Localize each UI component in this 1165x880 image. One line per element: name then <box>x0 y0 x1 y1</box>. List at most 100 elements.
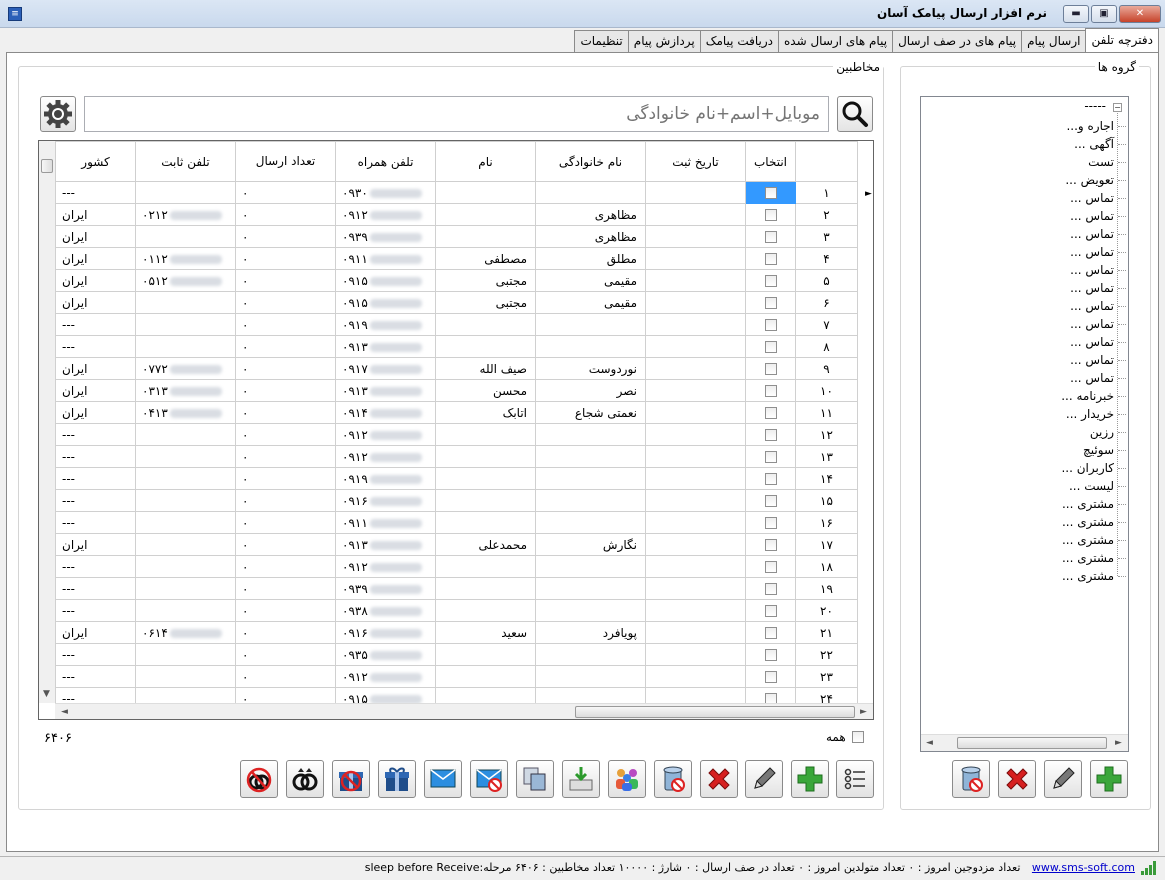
mobile-cell[interactable]: ۰۹۱۵ <box>335 291 436 314</box>
row-checkbox[interactable] <box>764 495 777 507</box>
country-cell[interactable]: --- <box>55 577 136 600</box>
last-name-cell[interactable]: مظاهری <box>535 225 646 248</box>
reg-date-cell[interactable] <box>645 511 746 534</box>
row-number[interactable]: ۱۳ <box>795 445 858 468</box>
row-number[interactable]: ۱۸ <box>795 555 858 578</box>
reg-date-cell[interactable] <box>645 357 746 380</box>
row-number[interactable]: ۱۰ <box>795 379 858 402</box>
mobile-cell[interactable]: ۰۹۱۳ <box>335 335 436 358</box>
last-name-cell[interactable] <box>535 445 646 468</box>
country-cell[interactable]: ایران <box>55 357 136 380</box>
send-count-cell[interactable]: ۰ <box>235 203 336 226</box>
group-item[interactable]: لیست ... <box>1069 477 1114 495</box>
first-name-cell[interactable] <box>435 489 536 512</box>
group-item[interactable]: تماس ... <box>1070 369 1114 387</box>
mobile-cell[interactable]: ۰۹۱۵ <box>335 269 436 292</box>
send-count-cell[interactable]: ۰ <box>235 445 336 468</box>
table-row[interactable]: --- ۰ ۰۹۳۹ ۱۹ <box>55 577 858 600</box>
row-checkbox[interactable] <box>764 583 777 595</box>
last-name-cell[interactable]: نعمتی شجاع <box>535 401 646 424</box>
phone-cell[interactable]: ۰۱۱۲ <box>135 247 236 270</box>
select-cell[interactable] <box>745 335 796 358</box>
country-cell[interactable]: ایران <box>55 269 136 292</box>
table-row[interactable]: --- ۰ ۰۹۳۸ ۲۰ <box>55 599 858 622</box>
table-row[interactable]: --- ۰ ۰۹۱۲ ۱۸ <box>55 555 858 578</box>
mobile-cell[interactable]: ۰۹۱۳ <box>335 533 436 556</box>
last-name-cell[interactable] <box>535 577 646 600</box>
phone-cell[interactable] <box>135 577 236 600</box>
select-cell[interactable] <box>745 313 796 336</box>
group-item[interactable]: تماس ... <box>1070 351 1114 369</box>
row-checkbox[interactable] <box>764 275 777 287</box>
country-cell[interactable]: ایران <box>55 533 136 556</box>
phone-cell[interactable] <box>135 313 236 336</box>
search-input[interactable] <box>84 96 829 132</box>
col-last-name[interactable]: نام خانوادگی <box>535 141 646 182</box>
table-row[interactable]: ایران ۰۱۱۲ ۰ ۰۹۱۱ مصطفی مطلق ۴ <box>55 247 858 270</box>
send-count-cell[interactable]: ۰ <box>235 599 336 622</box>
row-number[interactable]: ۱۶ <box>795 511 858 534</box>
unsubscribe-mail-button[interactable] <box>470 760 508 798</box>
country-cell[interactable]: --- <box>55 665 136 688</box>
group-item[interactable]: تماس ... <box>1070 243 1114 261</box>
last-name-cell[interactable]: نصر <box>535 379 646 402</box>
select-cell[interactable] <box>745 445 796 468</box>
table-row[interactable]: ایران ۰ ۰۹۳۹ مظاهری ۳ <box>55 225 858 248</box>
grid-horizontal-scrollbar[interactable]: ◄ ► <box>55 703 873 719</box>
row-checkbox[interactable] <box>764 297 777 309</box>
select-cell[interactable] <box>745 467 796 490</box>
first-name-cell[interactable] <box>435 643 536 666</box>
row-number[interactable]: ۹ <box>795 357 858 380</box>
row-checkbox[interactable] <box>764 627 777 639</box>
mobile-cell[interactable]: ۰۹۱۲ <box>335 555 436 578</box>
scroll-right-arrow[interactable]: ► <box>860 707 867 717</box>
app-icon[interactable]: ≡ <box>8 7 22 21</box>
select-cell[interactable] <box>745 225 796 248</box>
phone-cell[interactable] <box>135 225 236 248</box>
group-item[interactable]: مشتری ... <box>1062 531 1114 549</box>
scroll-down-arrow[interactable]: ▼ <box>43 689 50 699</box>
group-item[interactable]: رزین <box>1090 423 1114 441</box>
send-count-cell[interactable]: ۰ <box>235 621 336 644</box>
list-view-button[interactable] <box>836 760 874 798</box>
select-cell[interactable] <box>745 577 796 600</box>
select-cell[interactable] <box>745 643 796 666</box>
send-count-cell[interactable]: ۰ <box>235 511 336 534</box>
row-number[interactable]: ۲۱ <box>795 621 858 644</box>
country-cell[interactable]: ایران <box>55 379 136 402</box>
reg-date-cell[interactable] <box>645 665 746 688</box>
first-name-cell[interactable] <box>435 577 536 600</box>
phone-cell[interactable]: ۰۵۱۲ <box>135 269 236 292</box>
send-count-cell[interactable]: ۰ <box>235 665 336 688</box>
hscroll-thumb[interactable] <box>575 706 855 718</box>
reg-date-cell[interactable] <box>645 401 746 424</box>
vscroll-thumb[interactable] <box>41 159 53 173</box>
row-number[interactable]: ۱ <box>795 181 858 204</box>
group-item[interactable]: کاربران ... <box>1061 459 1114 477</box>
select-cell[interactable] <box>745 181 796 204</box>
mobile-cell[interactable]: ۰۹۱۲ <box>335 203 436 226</box>
first-name-cell[interactable]: صیف الله <box>435 357 536 380</box>
send-count-cell[interactable]: ۰ <box>235 379 336 402</box>
country-cell[interactable]: --- <box>55 599 136 622</box>
table-row[interactable]: ایران ۰۵۱۲ ۰ ۰۹۱۵ مجتبی مقیمی ۵ <box>55 269 858 292</box>
first-name-cell[interactable]: محسن <box>435 379 536 402</box>
mobile-cell[interactable]: ۰۹۱۲ <box>335 445 436 468</box>
phone-cell[interactable]: ۰۳۱۳ <box>135 379 236 402</box>
table-row[interactable]: ایران ۰۴۱۳ ۰ ۰۹۱۴ اتابک نعمتی شجاع ۱۱ <box>55 401 858 424</box>
reg-date-cell[interactable] <box>645 379 746 402</box>
row-checkbox[interactable] <box>764 407 777 419</box>
mobile-cell[interactable]: ۰۹۳۹ <box>335 225 436 248</box>
select-cell[interactable] <box>745 401 796 424</box>
row-number[interactable]: ۱۴ <box>795 467 858 490</box>
phone-cell[interactable] <box>135 599 236 622</box>
table-row[interactable]: --- ۰ ۰۹۱۲ ۱۲ <box>55 423 858 446</box>
row-checkbox[interactable] <box>764 385 777 397</box>
group-item[interactable]: خبرنامه ... <box>1061 387 1114 405</box>
phone-cell[interactable]: ۰۷۷۲ <box>135 357 236 380</box>
country-cell[interactable]: --- <box>55 643 136 666</box>
select-all[interactable]: همه <box>826 730 864 744</box>
row-number[interactable]: ۸ <box>795 335 858 358</box>
group-item[interactable]: تماس ... <box>1070 189 1114 207</box>
select-all-checkbox[interactable] <box>851 731 864 743</box>
